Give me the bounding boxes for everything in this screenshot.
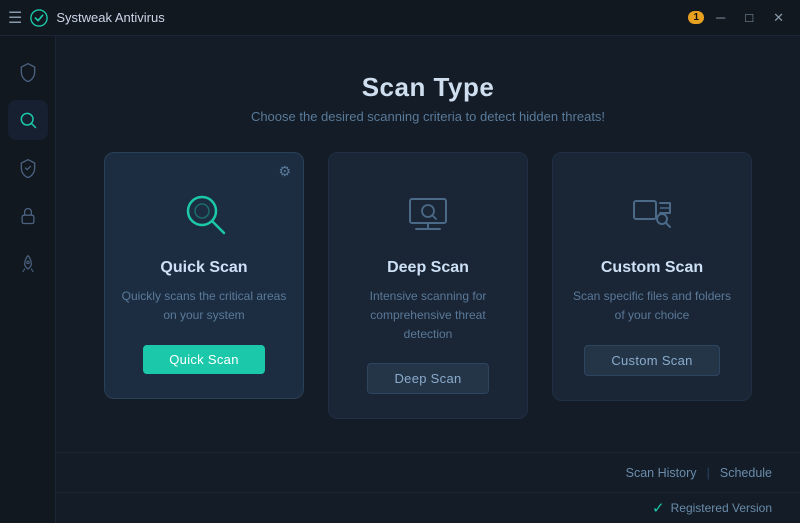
deep-scan-icon [396, 181, 460, 245]
sidebar [0, 36, 56, 523]
custom-scan-icon [620, 181, 684, 245]
quick-scan-card: ⚙ Quick Scan Quickly scans the critical … [104, 152, 304, 399]
quick-scan-title: Quick Scan [160, 259, 247, 277]
custom-scan-button[interactable]: Custom Scan [584, 345, 719, 376]
check-shield-icon [18, 158, 38, 178]
rocket-icon [18, 254, 38, 274]
shield-icon [18, 62, 38, 82]
footer-registered: ✓ Registered Version [56, 492, 800, 523]
gear-icon[interactable]: ⚙ [278, 163, 291, 180]
registered-label: Registered Version [671, 501, 772, 515]
maximize-button[interactable]: □ [737, 8, 761, 27]
minimize-button[interactable]: ─ [708, 8, 733, 27]
main-layout: Scan Type Choose the desired scanning cr… [0, 36, 800, 523]
footer-separator: | [706, 465, 709, 480]
page-header: Scan Type Choose the desired scanning cr… [56, 36, 800, 152]
registered-icon: ✓ [652, 499, 665, 517]
page-title: Scan Type [56, 72, 800, 103]
footer-links: Scan History | Schedule [56, 452, 800, 492]
custom-scan-title: Custom Scan [601, 259, 703, 277]
titlebar-left: ☰ Systweak Antivirus [8, 8, 165, 28]
schedule-link[interactable]: Schedule [720, 466, 772, 480]
custom-scan-card: Custom Scan Scan specific files and fold… [552, 152, 752, 401]
notification-badge[interactable]: 1 [688, 11, 704, 24]
deep-scan-card: Deep Scan Intensive scanning for compreh… [328, 152, 528, 419]
quick-scan-button[interactable]: Quick Scan [143, 345, 264, 374]
deep-scan-button[interactable]: Deep Scan [367, 363, 488, 394]
custom-scan-desc: Scan specific files and folders of your … [569, 287, 735, 327]
search-icon [18, 110, 38, 130]
scan-history-link[interactable]: Scan History [626, 466, 697, 480]
hamburger-icon[interactable]: ☰ [8, 8, 22, 28]
app-title: Systweak Antivirus [56, 10, 164, 25]
sidebar-item-scan[interactable] [8, 100, 48, 140]
app-logo-icon [30, 9, 48, 27]
sidebar-item-privacy[interactable] [8, 196, 48, 236]
scan-cards-container: ⚙ Quick Scan Quickly scans the critical … [56, 152, 800, 452]
content-area: Scan Type Choose the desired scanning cr… [56, 36, 800, 523]
page-subtitle: Choose the desired scanning criteria to … [56, 109, 800, 124]
deep-scan-desc: Intensive scanning for comprehensive thr… [345, 287, 511, 345]
lock-icon [18, 206, 38, 226]
titlebar: ☰ Systweak Antivirus 1 ─ □ ✕ [0, 0, 800, 36]
sidebar-item-optimizer[interactable] [8, 244, 48, 284]
titlebar-controls: 1 ─ □ ✕ [688, 8, 792, 28]
quick-scan-icon [172, 181, 236, 245]
close-button[interactable]: ✕ [765, 8, 792, 28]
sidebar-item-protection2[interactable] [8, 148, 48, 188]
quick-scan-desc: Quickly scans the critical areas on your… [121, 287, 287, 327]
deep-scan-title: Deep Scan [387, 259, 469, 277]
sidebar-item-protection[interactable] [8, 52, 48, 92]
registered-badge: ✓ Registered Version [652, 499, 772, 517]
